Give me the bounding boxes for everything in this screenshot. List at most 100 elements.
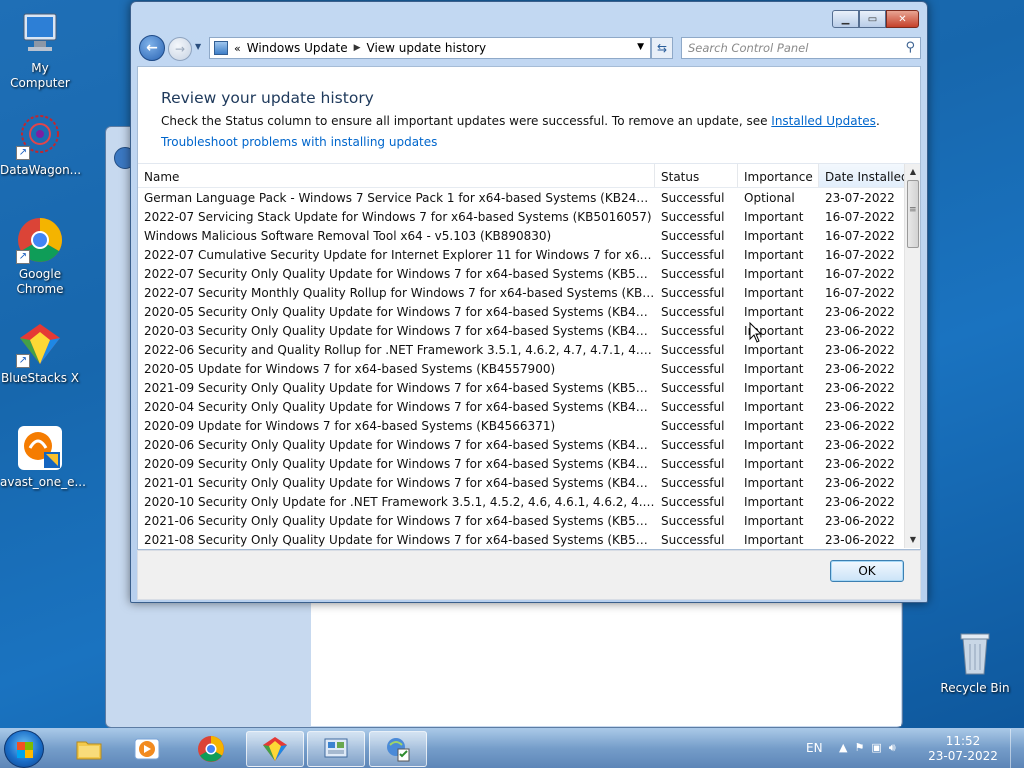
table-row[interactable]: Windows Malicious Software Removal Tool …: [138, 226, 906, 245]
windows-logo-icon: [17, 742, 33, 758]
table-row[interactable]: 2020-05 Security Only Quality Update for…: [138, 302, 906, 321]
troubleshoot-link[interactable]: Troubleshoot problems with installing up…: [161, 135, 437, 149]
search-icon[interactable]: ⚲: [905, 40, 915, 55]
cell-date-installed: 16-07-2022: [825, 266, 895, 281]
clock-date: 23-07-2022: [928, 749, 998, 763]
desktop-icon-recycle-bin[interactable]: Recycle Bin: [935, 630, 1015, 696]
breadcrumb-windows-update[interactable]: Windows Update: [247, 41, 348, 55]
table-body: German Language Pack - Windows 7 Service…: [138, 188, 906, 549]
cell-status: Successful: [661, 228, 725, 243]
desktop-icon-google-chrome[interactable]: ↗ Google Chrome: [0, 216, 80, 297]
table-row[interactable]: 2022-06 Security and Quality Rollup for …: [138, 340, 906, 359]
desktop-icon-bluestacks[interactable]: ↗ BlueStacks X: [0, 320, 80, 386]
table-row[interactable]: 2022-07 Servicing Stack Update for Windo…: [138, 207, 906, 226]
column-header-status[interactable]: Status: [655, 164, 738, 187]
vertical-scrollbar[interactable]: ▲ ▼: [904, 164, 920, 548]
volume-icon[interactable]: 🔊︎: [889, 741, 896, 755]
taskbar-windows-update-button[interactable]: [369, 731, 427, 767]
desktop-icon-avast[interactable]: avast_one_e...: [0, 424, 86, 490]
start-button[interactable]: [4, 730, 44, 768]
cell-importance: Important: [744, 475, 804, 490]
table-row[interactable]: 2020-03 Security Only Quality Update for…: [138, 321, 906, 340]
scroll-up-icon[interactable]: ▲: [905, 164, 920, 180]
desktop-icon-label: DataWagon...: [0, 163, 82, 177]
cell-name: 2021-06 Security Only Quality Update for…: [144, 513, 655, 528]
table-row[interactable]: 2020-05 Update for Windows 7 for x64-bas…: [138, 359, 906, 378]
table-row[interactable]: 2022-07 Cumulative Security Update for I…: [138, 245, 906, 264]
shortcut-arrow-icon: ↗: [16, 354, 30, 368]
column-header-importance[interactable]: Importance: [738, 164, 819, 187]
address-dropdown-icon[interactable]: ▼: [637, 42, 644, 52]
ok-button[interactable]: OK: [830, 560, 904, 582]
table-row[interactable]: German Language Pack - Windows 7 Service…: [138, 188, 906, 207]
forward-button[interactable]: →: [168, 37, 192, 61]
taskbar-media-player-button[interactable]: [118, 731, 176, 767]
cell-name: 2022-06 Security and Quality Rollup for …: [144, 342, 655, 357]
cell-date-installed: 23-06-2022: [825, 456, 895, 471]
cell-name: 2020-06 Security Only Quality Update for…: [144, 437, 655, 452]
table-row[interactable]: 2020-09 Update for Windows 7 for x64-bas…: [138, 416, 906, 435]
breadcrumb-separator-icon[interactable]: ▶: [354, 43, 361, 53]
installed-updates-link[interactable]: Installed Updates: [771, 114, 876, 128]
taskbar-control-panel-button[interactable]: [307, 731, 365, 767]
cell-name: 2022-07 Cumulative Security Update for I…: [144, 247, 655, 262]
cell-importance: Important: [744, 285, 804, 300]
cell-importance: Important: [744, 228, 804, 243]
desktop-icon-label: My Computer: [10, 61, 70, 90]
taskbar-chrome-button[interactable]: [182, 731, 240, 767]
clock[interactable]: 11:52 23-07-2022: [928, 734, 998, 764]
cell-name: 2020-09 Security Only Quality Update for…: [144, 456, 655, 471]
table-row[interactable]: 2022-07 Security Only Quality Update for…: [138, 264, 906, 283]
table-row[interactable]: 2020-10 Security Only Update for .NET Fr…: [138, 492, 906, 511]
arrow-left-icon: ←: [146, 40, 158, 56]
address-bar[interactable]: « Windows Update ▶ View update history ▼: [209, 37, 651, 59]
update-history-window[interactable]: ▁ ▭ ✕ ← → ▼ « Windows Update ▶ View upda…: [130, 1, 928, 603]
cell-importance: Important: [744, 513, 804, 528]
show-desktop-button[interactable]: [1010, 729, 1024, 768]
column-header-name[interactable]: Name: [138, 164, 655, 187]
table-row[interactable]: 2022-07 Security Monthly Quality Rollup …: [138, 283, 906, 302]
table-row[interactable]: 2020-06 Security Only Quality Update for…: [138, 435, 906, 454]
recent-pages-dropdown[interactable]: ▼: [195, 42, 201, 51]
description-end: .: [875, 114, 880, 128]
language-indicator[interactable]: EN: [806, 741, 823, 755]
computer-icon: [16, 10, 64, 58]
desktop-icon-label: BlueStacks X: [0, 371, 80, 385]
scroll-down-icon[interactable]: ▼: [905, 532, 920, 548]
cell-status: Successful: [661, 361, 725, 376]
scroll-thumb[interactable]: [907, 180, 919, 248]
table-row[interactable]: 2021-06 Security Only Quality Update for…: [138, 511, 906, 530]
avast-icon: [16, 424, 64, 472]
cell-status: Successful: [661, 418, 725, 433]
network-icon[interactable]: ▣: [871, 741, 881, 755]
table-row[interactable]: 2021-08 Security Only Quality Update for…: [138, 530, 906, 549]
taskbar-bluestacks-button[interactable]: [246, 731, 304, 767]
cell-date-installed: 23-06-2022: [825, 399, 895, 414]
desktop-icon-my-computer[interactable]: My Computer: [0, 10, 80, 91]
table-row[interactable]: 2021-09 Security Only Quality Update for…: [138, 378, 906, 397]
back-button[interactable]: ←: [139, 35, 165, 61]
table-row[interactable]: 2020-04 Security Only Quality Update for…: [138, 397, 906, 416]
taskbar-explorer-button[interactable]: [60, 731, 118, 767]
description-text: Check the Status column to ensure all im…: [161, 114, 772, 128]
refresh-button[interactable]: ⇆: [651, 37, 673, 59]
show-hidden-icons-icon[interactable]: ▲: [839, 741, 847, 755]
close-button[interactable]: ✕: [886, 10, 919, 28]
column-header-date-installed[interactable]: Date Installed: [819, 164, 909, 187]
cell-date-installed: 16-07-2022: [825, 209, 895, 224]
cell-date-installed: 23-06-2022: [825, 361, 895, 376]
cell-name: 2021-01 Security Only Quality Update for…: [144, 475, 655, 490]
table-header: Name Status Importance Date Installed: [138, 164, 920, 188]
maximize-button[interactable]: ▭: [859, 10, 886, 28]
desktop-icon-datawagon[interactable]: ↗ DataWagon...: [0, 112, 82, 178]
control-panel-icon: [214, 41, 228, 55]
table-row[interactable]: 2021-01 Security Only Quality Update for…: [138, 473, 906, 492]
cell-status: Successful: [661, 266, 725, 281]
action-center-flag-icon[interactable]: ⚑: [854, 741, 864, 755]
background-window-content: [311, 602, 901, 726]
breadcrumb-overflow-icon[interactable]: «: [234, 42, 241, 55]
table-row[interactable]: 2020-09 Security Only Quality Update for…: [138, 454, 906, 473]
minimize-button[interactable]: ▁: [832, 10, 859, 28]
breadcrumb-view-update-history[interactable]: View update history: [367, 41, 487, 55]
search-input[interactable]: Search Control Panel ⚲: [681, 37, 921, 59]
